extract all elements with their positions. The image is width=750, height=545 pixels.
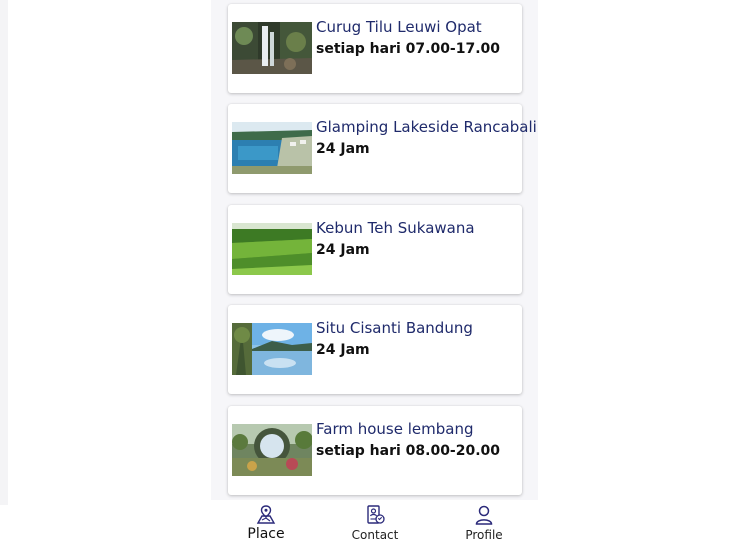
- place-card[interactable]: Farm house lembang setiap hari 08.00-20.…: [228, 406, 522, 495]
- waterfall-photo: [232, 22, 312, 74]
- nav-place[interactable]: Place: [246, 504, 286, 542]
- nav-place-label: Place: [247, 526, 285, 542]
- tea-garden-photo: [232, 223, 312, 275]
- place-name: Glamping Lakeside Rancabali: [316, 118, 537, 136]
- nav-profile[interactable]: Profile: [463, 504, 505, 542]
- place-name: Situ Cisanti Bandung: [316, 319, 473, 337]
- mountain-lake-photo: [232, 323, 312, 375]
- place-name: Kebun Teh Sukawana: [316, 219, 475, 237]
- lake-photo: [232, 122, 312, 174]
- nav-profile-label: Profile: [465, 528, 503, 542]
- nav-contact-label: Contact: [351, 528, 399, 542]
- contact-book-icon: [367, 505, 385, 524]
- user-icon: [475, 505, 493, 525]
- place-card[interactable]: Glamping Lakeside Rancabali 24 Jam: [228, 104, 537, 193]
- place-hours: 24 Jam: [316, 141, 370, 157]
- place-hours: 24 Jam: [316, 242, 370, 258]
- phone-screen: Curug Tilu Leuwi Opat setiap hari 07.00-…: [211, 0, 538, 545]
- left-edge-strip: [0, 0, 8, 505]
- bottom-navigation: Place Contact Profile: [211, 500, 538, 545]
- farmhouse-arch-photo: [232, 424, 312, 476]
- place-hours: setiap hari 08.00-20.00: [316, 443, 501, 459]
- place-hours: setiap hari 07.00-17.00: [316, 41, 501, 57]
- place-card[interactable]: Curug Tilu Leuwi Opat setiap hari 07.00-…: [228, 4, 522, 93]
- place-card[interactable]: Situ Cisanti Bandung 24 Jam: [228, 305, 522, 394]
- map-pin-icon: [256, 505, 276, 524]
- place-hours: 24 Jam: [316, 342, 370, 358]
- nav-contact[interactable]: Contact: [351, 504, 399, 542]
- place-name: Farm house lembang: [316, 420, 474, 438]
- place-card[interactable]: Kebun Teh Sukawana 24 Jam: [228, 205, 522, 294]
- place-name: Curug Tilu Leuwi Opat: [316, 18, 482, 36]
